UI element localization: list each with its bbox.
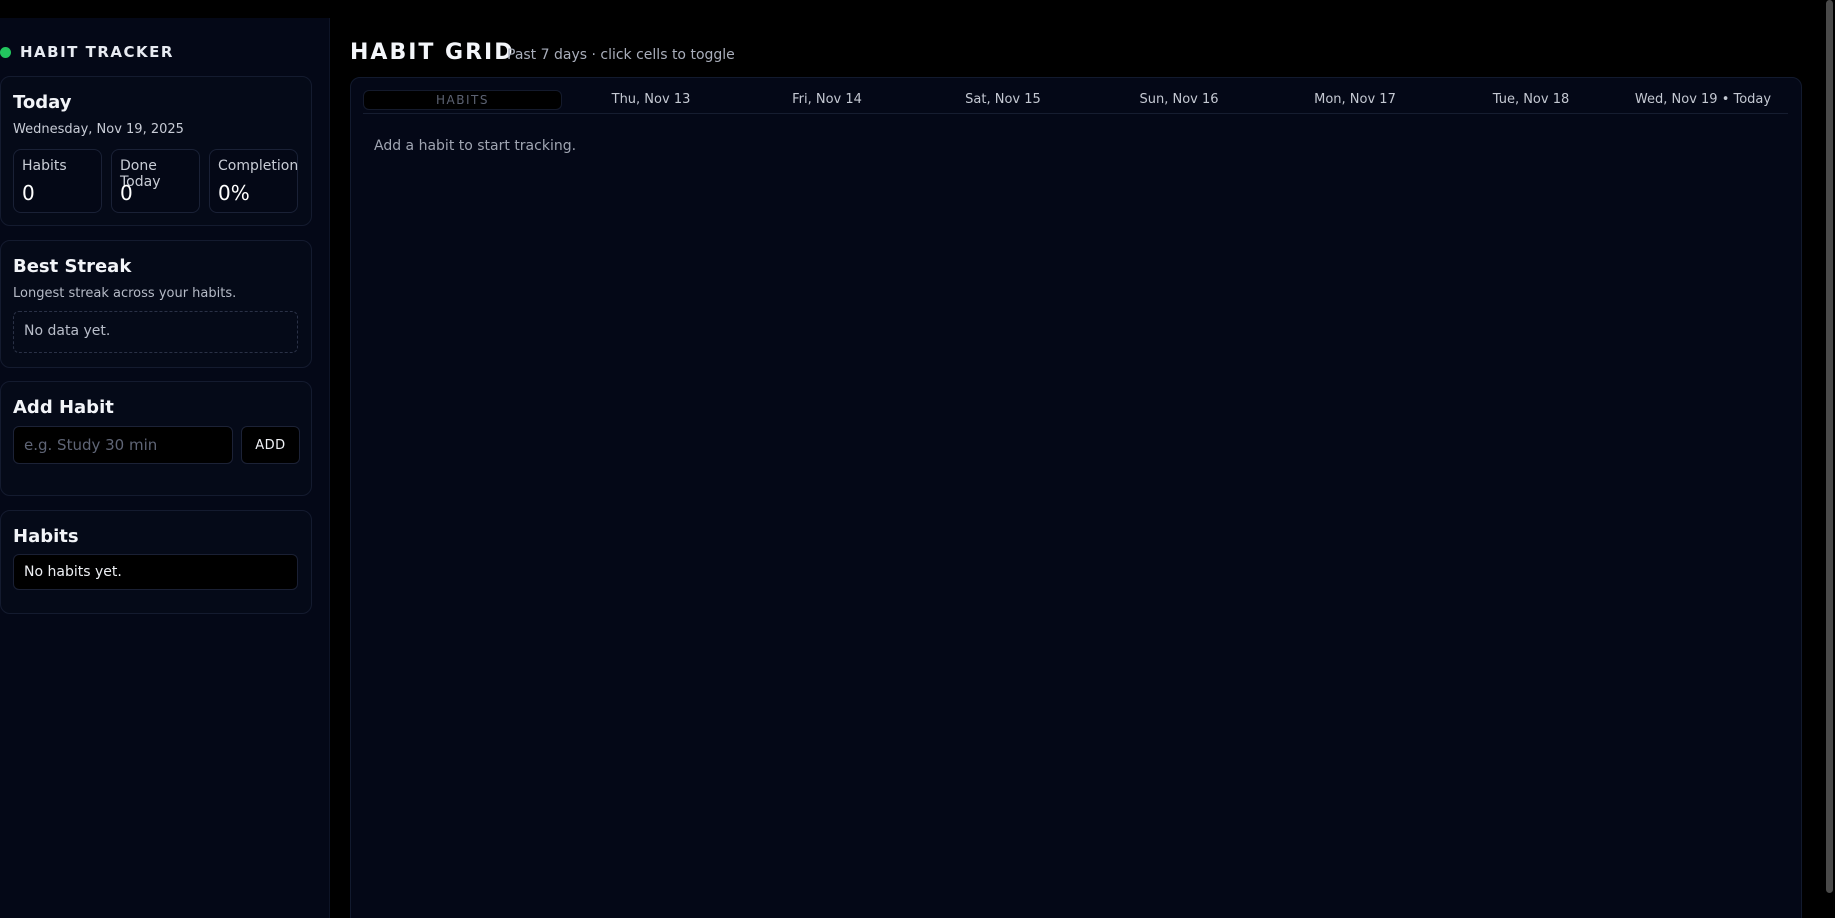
best-streak-card: Best Streak Longest streak across your h… — [0, 240, 312, 368]
day-header-5: Mon, Nov 17 — [1314, 92, 1396, 107]
habits-title: Habits — [13, 526, 79, 547]
today-title: Today — [13, 92, 72, 113]
habits-empty-text: No habits yet. — [24, 564, 122, 580]
add-habit-card: Add Habit ADD — [0, 381, 312, 496]
add-habit-title: Add Habit — [13, 397, 114, 418]
today-card: Today Wednesday, Nov 19, 2025 Habits 0 D… — [0, 76, 312, 226]
stat-value: 0 — [22, 181, 35, 205]
page-subtitle: Past 7 days · click cells to toggle — [507, 47, 735, 63]
scrollbar-thumb[interactable] — [1826, 0, 1833, 893]
best-streak-subtitle: Longest streak across your habits. — [13, 286, 237, 301]
habit-name-input[interactable] — [13, 426, 233, 464]
status-dot-icon — [0, 46, 11, 58]
habit-grid: HABITS Thu, Nov 13 Fri, Nov 14 Sat, Nov … — [350, 77, 1802, 918]
day-header-1: Thu, Nov 13 — [611, 92, 691, 107]
stat-label: Completion — [218, 158, 299, 174]
page-title: HABIT GRID — [350, 40, 515, 65]
day-header-2: Fri, Nov 14 — [792, 92, 862, 107]
app-title: HABIT TRACKER — [20, 43, 174, 61]
habits-card: Habits No habits yet. — [0, 510, 312, 614]
stat-value: 0% — [218, 181, 250, 205]
stat-habits: Habits 0 — [13, 149, 102, 213]
today-date: Wednesday, Nov 19, 2025 — [13, 122, 184, 137]
habits-column-header: HABITS — [363, 90, 562, 110]
main-content: HABIT GRID Past 7 days · click cells to … — [331, 18, 1821, 918]
day-header-today: Wed, Nov 19 • Today — [1634, 92, 1772, 107]
sidebar: HABIT TRACKER Today Wednesday, Nov 19, 2… — [0, 18, 330, 918]
stat-label: Habits — [22, 158, 67, 174]
brand: HABIT TRACKER — [0, 40, 174, 64]
best-streak-empty: No data yet. — [13, 311, 298, 353]
stat-done-today: Done Today 0 — [111, 149, 200, 213]
stat-completion: Completion 0% — [209, 149, 298, 213]
day-header-4: Sun, Nov 16 — [1139, 92, 1219, 107]
best-streak-empty-text: No data yet. — [24, 323, 111, 339]
add-habit-button[interactable]: ADD — [241, 426, 300, 464]
grid-empty-message: Add a habit to start tracking. — [374, 138, 577, 154]
grid-header-row: HABITS Thu, Nov 13 Fri, Nov 14 Sat, Nov … — [363, 88, 1788, 114]
day-header-6: Tue, Nov 18 — [1492, 92, 1570, 107]
best-streak-title: Best Streak — [13, 256, 132, 277]
top-bar — [0, 0, 1835, 18]
day-header-3: Sat, Nov 15 — [965, 92, 1041, 107]
habits-empty: No habits yet. — [13, 554, 298, 590]
stat-value: 0 — [120, 181, 133, 205]
